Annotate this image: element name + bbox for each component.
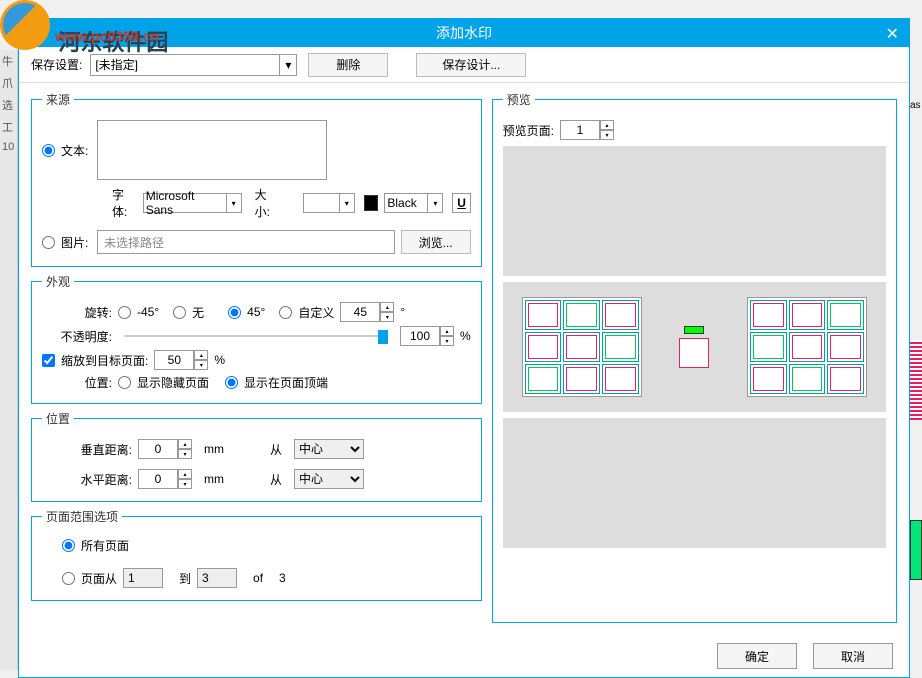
scale-checkbox[interactable] xyxy=(42,354,55,367)
preview-area xyxy=(503,146,886,548)
image-radio-label: 图片: xyxy=(61,234,91,251)
save-design-button[interactable]: 保存设计... xyxy=(416,53,526,77)
chevron-down-icon[interactable]: ▾ xyxy=(427,193,443,213)
image-radio[interactable] xyxy=(42,236,55,249)
position-legend: 位置 xyxy=(42,410,74,427)
preview-page-label: 预览页面: xyxy=(503,122,554,139)
browse-button[interactable]: 浏览... xyxy=(401,230,471,254)
dialog-title: 添加水印 xyxy=(436,23,492,43)
position-label: 位置: xyxy=(42,374,112,391)
chevron-down-icon[interactable]: ▾ xyxy=(226,193,242,213)
horiz-label: 水平距离: xyxy=(42,471,132,488)
page-range-fieldset: 页面范围选项 所有页面 页面从 到 of 3 xyxy=(31,508,482,601)
rotate-value-spinner[interactable]: ▴▾ xyxy=(340,302,394,322)
horiz-spinner[interactable]: ▴▾ xyxy=(138,469,192,489)
chevron-down-icon[interactable]: ▾ xyxy=(339,193,355,213)
from-label: 从 xyxy=(270,441,282,458)
size-label: 大小: xyxy=(255,186,280,220)
text-radio[interactable] xyxy=(42,144,55,157)
all-pages-radio[interactable] xyxy=(62,539,75,552)
font-combo[interactable]: Microsoft Sans ▾ xyxy=(143,193,227,213)
opacity-label: 不透明度: xyxy=(42,328,112,345)
color-swatch xyxy=(364,195,379,211)
color-combo[interactable]: Black ▾ xyxy=(384,193,428,213)
spin-down-icon[interactable]: ▾ xyxy=(380,312,394,322)
rotate-45-radio[interactable] xyxy=(228,306,241,319)
rotate-custom-radio[interactable] xyxy=(279,306,292,319)
pos-hidden-radio[interactable] xyxy=(118,376,131,389)
delete-button[interactable]: 删除 xyxy=(308,53,388,77)
preview-drawing-right xyxy=(747,297,867,397)
cancel-button[interactable]: 取消 xyxy=(813,643,893,669)
site-watermark: 河东软件园 www.pc0359.cn xyxy=(0,0,168,57)
add-watermark-dialog: 添加水印 ✕ 保存设置: [未指定] ▾ 删除 保存设计... 来源 文本: 字… xyxy=(18,18,910,678)
pos-top-radio[interactable] xyxy=(225,376,238,389)
spin-up-icon[interactable]: ▴ xyxy=(380,302,394,312)
background-right-strip: as xyxy=(910,50,922,670)
pages-from-radio[interactable] xyxy=(62,572,75,585)
opacity-value-spinner[interactable]: ▴▾ xyxy=(400,326,454,346)
preview-fieldset: 预览 预览页面: ▴▾ xyxy=(492,91,897,623)
save-settings-label: 保存设置: xyxy=(31,56,82,73)
image-path-input[interactable]: 未选择路径 xyxy=(97,230,395,254)
preview-page-spinner[interactable]: ▴▾ xyxy=(560,120,614,140)
vert-from-select[interactable]: 中心 xyxy=(294,439,364,459)
preview-legend: 预览 xyxy=(503,91,535,108)
font-label: 字体: xyxy=(112,186,137,220)
rotate-none-radio[interactable] xyxy=(173,306,186,319)
scale-label: 缩放到目标页面: xyxy=(61,352,148,369)
dialog-footer: 确定 取消 xyxy=(717,643,893,669)
rotate-neg45-radio[interactable] xyxy=(118,306,131,319)
page-to-input[interactable] xyxy=(197,568,237,588)
chevron-down-icon[interactable]: ▾ xyxy=(279,54,297,76)
background-left-strip: 牛 爪 选 工 10 xyxy=(0,50,18,670)
position-fieldset: 位置 垂直距离: ▴▾ mm 从 中心 水平距离: xyxy=(31,410,482,502)
horiz-from-select[interactable]: 中心 xyxy=(294,469,364,489)
watermark-text-input[interactable] xyxy=(97,120,327,180)
preview-drawing-left xyxy=(522,297,642,397)
appearance-fieldset: 外观 旋转: -45° 无 45° 自定义 ▴▾ ° xyxy=(31,273,482,404)
ok-button[interactable]: 确定 xyxy=(717,643,797,669)
opacity-slider[interactable] xyxy=(124,326,388,346)
preview-thumb-3 xyxy=(503,418,886,548)
page-range-legend: 页面范围选项 xyxy=(42,508,122,525)
close-icon[interactable]: ✕ xyxy=(886,24,899,44)
size-combo[interactable]: ▾ xyxy=(303,193,339,213)
text-radio-label: 文本: xyxy=(61,142,91,159)
page-from-input[interactable] xyxy=(123,568,163,588)
vert-spinner[interactable]: ▴▾ xyxy=(138,439,192,459)
vert-label: 垂直距离: xyxy=(42,441,132,458)
appearance-legend: 外观 xyxy=(42,273,74,290)
rotate-label: 旋转: xyxy=(42,304,112,321)
logo-url: www.pc0359.cn xyxy=(55,28,159,44)
underline-button[interactable]: U xyxy=(452,193,470,213)
source-fieldset: 来源 文本: 字体: Microsoft Sans ▾ 大小: ▾ xyxy=(31,91,482,267)
scale-value-spinner[interactable]: ▴▾ xyxy=(154,350,208,370)
preview-thumb-1 xyxy=(503,146,886,276)
page-total: 3 xyxy=(279,571,286,585)
preview-thumb-2 xyxy=(503,282,886,412)
source-legend: 来源 xyxy=(42,91,74,108)
